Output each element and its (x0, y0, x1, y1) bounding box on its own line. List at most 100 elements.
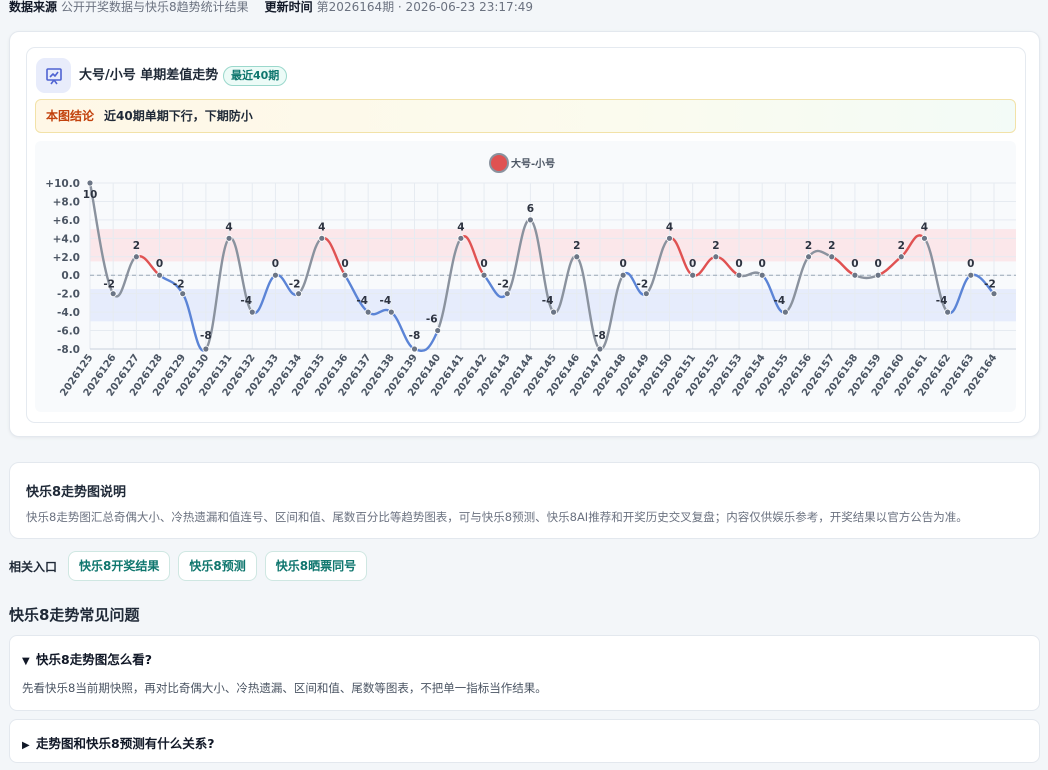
data-label: 2 (573, 240, 580, 252)
data-label: -4 (240, 295, 252, 307)
data-label: 0 (689, 258, 696, 270)
line-chart: +10.0 +8.0 +6.0 +4.0 +2.0 0.0 -2.0 -4.0 -6.0 -8.0… (35, 141, 1016, 412)
data-point (550, 308, 557, 316)
data-label: 6 (527, 203, 534, 215)
data-label: -2 (103, 279, 115, 291)
data-point (318, 234, 326, 242)
related-label: 相关入口 (9, 559, 58, 574)
data-point (109, 290, 117, 298)
data-point (828, 253, 836, 261)
source-label: 数据来源 (9, 0, 58, 14)
data-source-bar: 数据来源 公开开奖数据与快乐8趋势统计结果 更新时间 第2026164期 · 2026… (9, 0, 533, 14)
chart-card: 大号/小号 单期差值走势 最近40期 本图结论 近40期单期下行，下期防小 +10… (26, 47, 1026, 423)
data-label: -2 (289, 279, 301, 291)
data-point (944, 308, 952, 316)
y-tick-label: +6.0 (53, 215, 80, 227)
data-point (712, 253, 720, 261)
y-tick-label: 0.0 (61, 270, 80, 282)
legend-swatch (489, 153, 509, 173)
link-kl8-same-ticket[interactable]: 快乐8晒票同号 (264, 551, 368, 581)
data-point (202, 345, 210, 353)
y-tick-label: +2.0 (53, 252, 80, 264)
data-label: 2 (828, 240, 835, 252)
faq-question-text: 快乐8走势图怎么看? (36, 652, 152, 667)
data-label: 10 (83, 189, 98, 201)
data-point (503, 290, 511, 298)
data-point (295, 290, 303, 298)
data-point (179, 290, 187, 298)
data-point (411, 345, 418, 353)
data-label: -4 (356, 295, 368, 307)
data-point (689, 271, 697, 279)
data-label: -2 (636, 279, 648, 291)
link-kl8-results[interactable]: 快乐8开奖结果 (68, 551, 171, 581)
data-point (805, 253, 812, 261)
data-label: 2 (898, 240, 905, 252)
data-point (851, 271, 859, 279)
data-label: 0 (480, 258, 487, 270)
data-label: 0 (967, 258, 974, 270)
data-label: -8 (200, 330, 212, 342)
caret-down-icon: ▼ (22, 656, 30, 667)
data-point (387, 308, 395, 316)
data-label: 4 (457, 221, 464, 233)
source-value: 公开开奖数据与快乐8趋势统计结果 (61, 0, 249, 14)
data-point (666, 234, 673, 242)
conclusion-text: 近40期单期下行，下期防小 (104, 109, 253, 123)
data-label: -8 (409, 330, 421, 342)
data-point (156, 271, 163, 279)
explain-title: 快乐8走势图说明 (26, 485, 127, 500)
explain-text: 快乐8走势图汇总奇偶大小、冷热遗漏和值连号、区间和值、尾数百分比等趋势图表，可与… (26, 510, 968, 524)
conclusion-box: 本图结论 近40期单期下行，下期防小 (35, 99, 1016, 133)
data-label: -4 (379, 295, 391, 307)
data-label: -4 (936, 295, 948, 307)
data-label: 2 (133, 240, 140, 252)
y-tick-label: -4.0 (57, 307, 80, 319)
faq-question-2[interactable]: ▶ 走势图和快乐8预测有什么关系? (22, 733, 214, 752)
y-tick-label: -2.0 (57, 289, 80, 301)
chart-svg: +10.0 +8.0 +6.0 +4.0 +2.0 0.0 -2.0 -4.0 -6.0 -8.0… (45, 153, 1016, 399)
data-point (874, 271, 882, 279)
data-point (990, 290, 998, 298)
y-tick-label: +8.0 (53, 196, 80, 208)
data-label: 2 (712, 240, 719, 252)
data-point (781, 308, 789, 316)
data-point (248, 308, 256, 316)
y-tick-label: -8.0 (57, 344, 80, 356)
data-point (897, 253, 905, 261)
faq-item-collapsed[interactable]: ▶ 走势图和快乐8预测有什么关系? (9, 719, 1040, 763)
y-tick-label: +10.0 (45, 178, 80, 190)
data-label: 0 (759, 258, 766, 270)
update-value: 第2026164期 · 2026-06-23 23:17:49 (316, 0, 534, 14)
data-label: -6 (426, 314, 438, 326)
data-point (272, 271, 279, 279)
chart-title: 大号/小号 单期差值走势 (79, 68, 219, 83)
faq-item-open[interactable]: ▼ 快乐8走势图怎么看? 先看快乐8当前期快照，再对比奇偶大小、冷热遗漏、区间和值… (9, 635, 1040, 711)
link-kl8-forecast[interactable]: 快乐8预测 (178, 551, 257, 581)
data-label: 0 (341, 258, 348, 270)
faq-question-1[interactable]: ▼ 快乐8走势图怎么看? (22, 649, 152, 668)
chart-card-outer: 大号/小号 单期差值走势 最近40期 本图结论 近40期单期下行，下期防小 +10… (9, 31, 1040, 437)
data-point (967, 271, 975, 279)
data-point (132, 253, 140, 261)
data-label: 4 (318, 221, 325, 233)
period-badge: 最近40期 (223, 66, 288, 86)
data-label: -4 (774, 295, 786, 307)
data-label: -4 (542, 295, 554, 307)
data-point (619, 271, 627, 279)
explain-card: 快乐8走势图说明 快乐8走势图汇总奇偶大小、冷热遗漏和值连号、区间和值、尾数百分… (9, 462, 1040, 539)
conclusion-label: 本图结论 (46, 109, 95, 123)
data-point (921, 234, 928, 242)
data-label: 0 (156, 258, 163, 270)
data-label: 0 (619, 258, 626, 270)
faq-answer-1: 先看快乐8当前期快照，再对比奇偶大小、冷热遗漏、区间和值、尾数等图表，不把单一指… (22, 681, 547, 695)
y-tick-label: +4.0 (53, 233, 80, 245)
data-point (735, 271, 743, 279)
data-point (457, 234, 465, 242)
data-label: 4 (225, 221, 232, 233)
caret-right-icon: ▶ (22, 740, 30, 751)
data-label: -2 (497, 279, 509, 291)
legend-label: 大号-小号 (511, 157, 555, 170)
faq-heading: 快乐8走势常见问题 (9, 606, 140, 624)
faq-question-text: 走势图和快乐8预测有什么关系? (36, 736, 215, 751)
